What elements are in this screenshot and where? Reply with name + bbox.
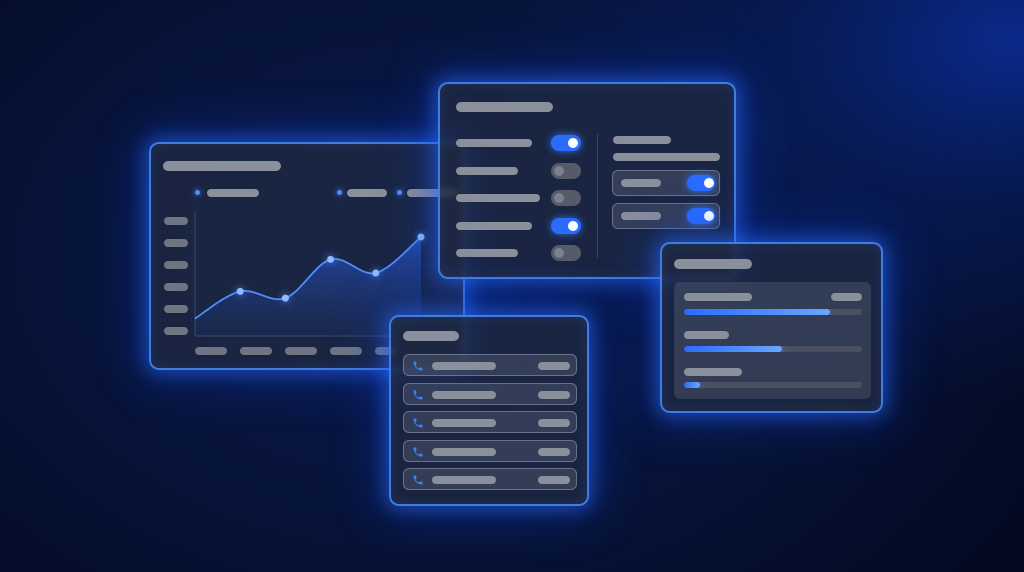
setting-label-placeholder [456, 167, 518, 175]
contact-name-placeholder [432, 419, 496, 427]
setting-label-placeholder [456, 249, 518, 257]
progress-label-placeholder [684, 368, 742, 376]
data-point[interactable] [236, 287, 244, 295]
contact-row[interactable] [403, 439, 577, 462]
toggle-knob [704, 211, 714, 221]
contact-row[interactable] [403, 411, 577, 433]
phone-icon [413, 390, 423, 399]
contact-meta-placeholder [538, 476, 570, 484]
settings-divider [597, 134, 598, 258]
phone-icon [413, 447, 423, 456]
toggle-knob [554, 166, 564, 176]
progress-fill [684, 309, 830, 315]
data-point[interactable] [372, 269, 380, 277]
progress-track [684, 382, 862, 388]
toggle-knob [554, 248, 564, 258]
setting-toggle[interactable] [551, 163, 581, 179]
contact-row[interactable] [403, 382, 577, 405]
toggle-knob [554, 193, 564, 203]
contact-row[interactable] [403, 468, 577, 490]
contacts-panel [389, 315, 589, 506]
progress-title-placeholder [674, 259, 752, 269]
contact-row[interactable] [403, 354, 577, 376]
section-subtitle-placeholder [613, 153, 720, 161]
progress-panel [660, 242, 883, 413]
progress-fill [684, 346, 782, 352]
area-fill [195, 236, 421, 336]
progress-track [684, 309, 862, 315]
option-card[interactable] [612, 170, 720, 196]
contact-meta-placeholder [538, 390, 570, 399]
setting-toggle[interactable] [551, 135, 581, 151]
data-point[interactable] [281, 294, 289, 302]
setting-label-placeholder [456, 222, 532, 230]
setting-label-placeholder [456, 139, 532, 147]
option-toggle[interactable] [687, 208, 715, 224]
contact-name-placeholder [432, 390, 496, 399]
contact-meta-placeholder [538, 362, 570, 370]
phone-icon [413, 475, 423, 485]
progress-inner-card [674, 282, 871, 399]
toggle-knob [704, 178, 714, 188]
contact-meta-placeholder [538, 447, 570, 456]
progress-fill [684, 382, 701, 388]
contact-meta-placeholder [538, 419, 570, 427]
option-card[interactable] [612, 203, 720, 229]
setting-toggle[interactable] [551, 218, 581, 234]
toggle-knob [568, 138, 578, 148]
progress-label-placeholder [684, 331, 729, 339]
progress-label-placeholder [684, 293, 752, 301]
section-title-placeholder [613, 136, 671, 144]
settings-title-placeholder [456, 102, 553, 112]
contact-name-placeholder [432, 362, 496, 370]
contact-name-placeholder [432, 476, 496, 484]
data-point[interactable] [417, 233, 425, 241]
progress-track [684, 346, 862, 352]
option-label-placeholder [621, 212, 661, 220]
progress-value-placeholder [831, 293, 862, 301]
contacts-title-placeholder [403, 331, 459, 341]
option-toggle[interactable] [687, 175, 715, 191]
phone-icon [413, 418, 423, 428]
option-label-placeholder [621, 179, 661, 187]
setting-label-placeholder [456, 194, 540, 202]
setting-toggle[interactable] [551, 245, 581, 261]
toggle-knob [568, 221, 578, 231]
data-point[interactable] [327, 255, 335, 263]
setting-toggle[interactable] [551, 190, 581, 206]
phone-icon [413, 361, 423, 371]
contact-name-placeholder [432, 447, 496, 456]
